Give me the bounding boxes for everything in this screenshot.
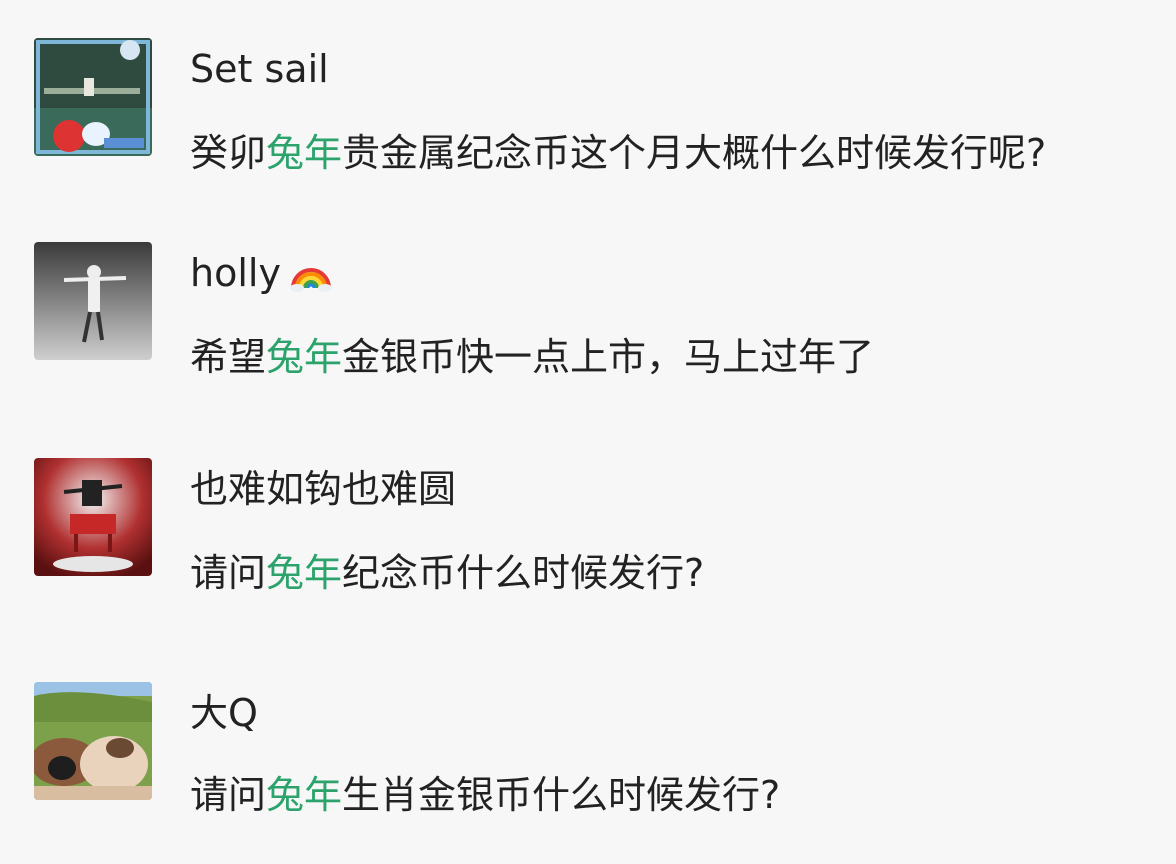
highlight-keyword[interactable]: 兔年 xyxy=(266,551,342,595)
highlight-keyword[interactable]: 兔年 xyxy=(266,773,342,817)
comment-text: 请问兔年纪念币什么时候发行? xyxy=(190,551,705,595)
comment-text: 请问兔年生肖金银币什么时候发行? xyxy=(190,773,781,817)
username[interactable]: 大Q xyxy=(190,690,258,736)
comment-text: 希望兔年金银币快一点上市，马上过年了 xyxy=(190,335,875,379)
username[interactable]: Set sail xyxy=(190,46,329,92)
highlight-keyword[interactable]: 兔年 xyxy=(266,335,342,379)
avatar-cows-icon[interactable] xyxy=(34,682,152,800)
rainbow-icon xyxy=(289,256,333,302)
highlight-keyword[interactable]: 兔年 xyxy=(266,131,342,175)
avatar-dancer-icon[interactable] xyxy=(34,242,152,360)
avatar-stage-icon[interactable] xyxy=(34,458,152,576)
username[interactable]: 也难如钩也难圆 xyxy=(190,466,456,512)
username[interactable]: holly xyxy=(190,250,333,302)
comment-text: 癸卯兔年贵金属纪念币这个月大概什么时候发行呢? xyxy=(190,131,1047,175)
avatar-landscape-icon[interactable] xyxy=(34,38,152,156)
